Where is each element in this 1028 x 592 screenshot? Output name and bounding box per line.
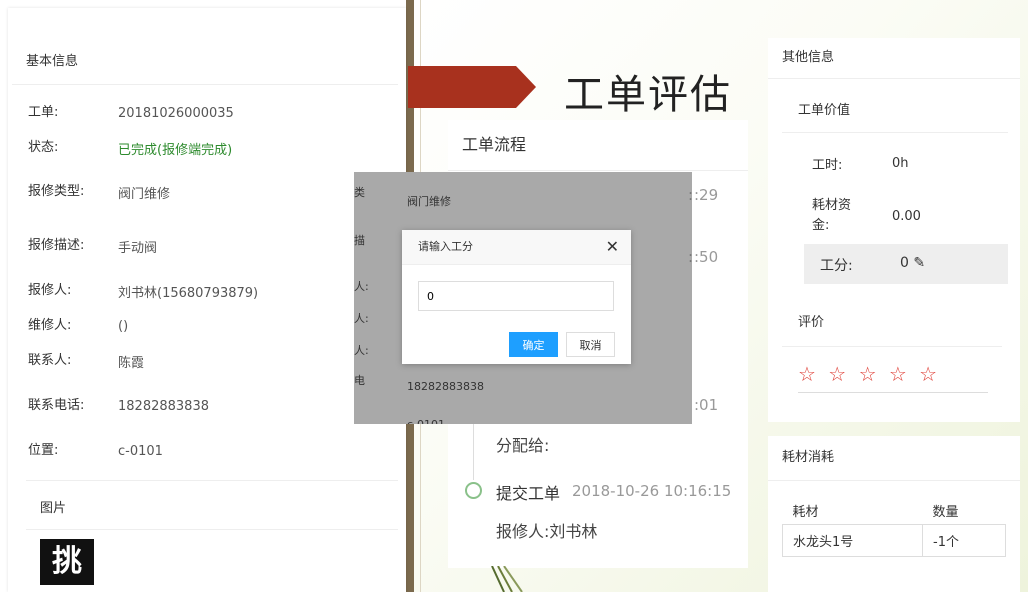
materials-card: 耗材消耗 耗材 数量 水龙头1号 -1个 [768,436,1020,592]
basic-info-card: 基本信息 工单: 20181026000035 状态: 已完成(报修端完成) 报… [12,40,398,469]
confirm-button[interactable]: 确定 [509,332,558,357]
table-row: 水龙头1号 -1个 [782,524,1006,557]
score-input[interactable] [418,281,614,311]
decorative-strokes [491,566,523,592]
other-info-card: 其他信息 工单价值 工时: 0h 耗材资金: 0.00 工分: 0 ✎ 评价 ☆… [768,38,1020,422]
page-title: 工单评估 [564,72,732,118]
dialog-title: 请输入工分 [418,240,473,253]
pictures-card: 图片 挑 [26,480,398,585]
edit-pencil-icon[interactable]: ✎ [913,255,925,271]
event-reporter: 报修人:刘书林 [496,522,598,541]
info-row-status: 状态: 已完成(报修端完成) [28,140,233,158]
other-info-title: 其他信息 [768,38,1020,79]
materials-table: 耗材 数量 水龙头1号 -1个 [782,496,1006,557]
info-row-repairer: 维修人: () [28,318,129,334]
evaluation-title: 评价 [782,300,1002,347]
evaluation-card: 评价 ☆ ☆ ☆ ☆ ☆ [782,300,1002,410]
info-row-repair-type: 报修类型: 阀门维修 [28,184,171,202]
event-time: 2018-10-26 10:16:15 [572,482,732,500]
basic-info-title: 基本信息 [12,40,398,85]
score-value: 0 [900,255,909,271]
order-value-card: 工单价值 工时: 0h 耗材资金: 0.00 工分: 0 ✎ [782,90,1008,286]
status-value: 已完成(报修端完成) [118,142,233,158]
dialog-header: 请输入工分 ✕ [402,230,631,265]
cancel-button[interactable]: 取消 [566,332,615,357]
info-row-repair-desc: 报修描述: 手动阀 [28,238,158,256]
title-banner-arrow [408,66,536,108]
col-qty: 数量 [932,504,959,520]
assign-label: 分配给: [496,436,550,455]
picture-thumbnail[interactable]: 挑 [40,539,94,585]
info-row-phone: 联系电话: 18282883838 [28,398,209,414]
materials-title: 耗材消耗 [768,436,1020,481]
material-cost-row: 耗材资金: 0.00 [812,198,921,233]
score-row: 工分: 0 ✎ [804,244,1008,284]
score-input-dialog: 请输入工分 ✕ 确定 取消 [402,230,631,364]
timeline-dot [465,482,482,499]
rating-stars[interactable]: ☆ ☆ ☆ ☆ ☆ [798,362,940,386]
close-icon[interactable]: ✕ [606,230,619,264]
workflow-title: 工单流程 [448,120,748,171]
order-value-title: 工单价值 [782,90,1008,133]
event-title: 提交工单 [496,484,561,503]
hours-row: 工时: 0h [812,156,909,173]
info-row-order: 工单: 20181026000035 [28,105,234,121]
info-row-reporter: 报修人: 刘书林(15680793879) [28,283,259,301]
table-header-row: 耗材 数量 [783,496,1006,525]
col-material: 耗材 [792,504,819,520]
pictures-title: 图片 [26,481,398,530]
info-row-location: 位置: c-0101 [28,443,163,459]
evaluation-divider [798,392,988,393]
info-row-contact: 联系人: 陈霞 [28,353,145,371]
